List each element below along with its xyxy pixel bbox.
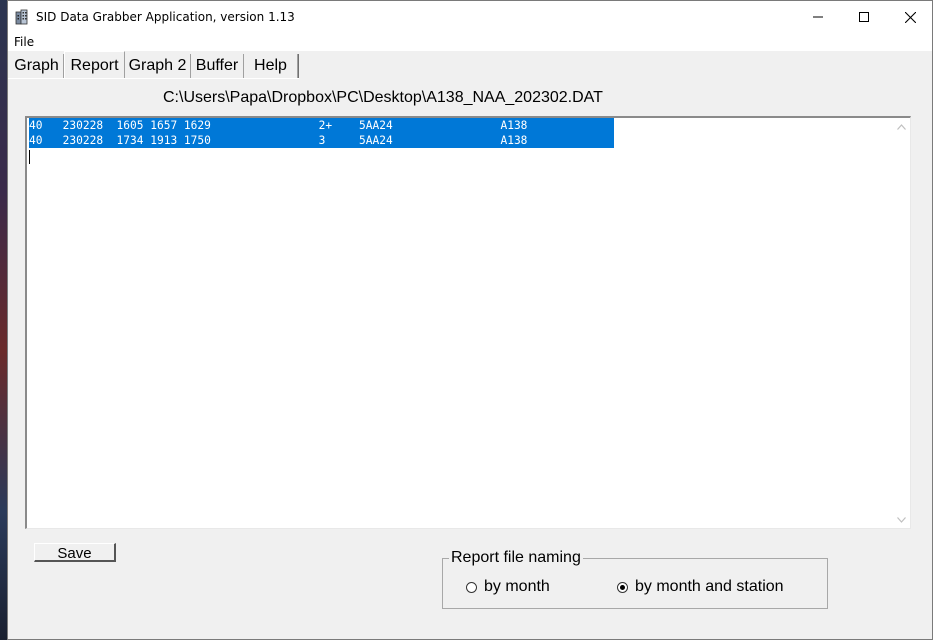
radio-by-month-and-station-label: by month and station: [635, 578, 784, 595]
report-naming-legend: Report file naming: [449, 549, 583, 566]
tab-report-label: Report: [70, 57, 119, 74]
radio-dot: [620, 584, 625, 590]
tab-graph-2[interactable]: Graph 2: [125, 54, 191, 78]
report-naming-group: Report file naming by month by month and…: [442, 550, 828, 609]
app-window: SID Data Grabber Application, version 1.…: [7, 0, 933, 640]
close-button[interactable]: [887, 1, 933, 33]
close-icon: [904, 11, 916, 23]
radio-by-month-and-station[interactable]: by month and station: [617, 578, 784, 596]
scroll-down-button[interactable]: [893, 511, 910, 528]
tab-strip: Graph Report Graph 2 Buffer Help: [8, 51, 932, 79]
menu-bar: File: [8, 33, 932, 51]
report-text-area[interactable]: 40 230228 1605 1657 1629 2+ 5AA24 A138 4…: [25, 116, 911, 529]
tab-buffer[interactable]: Buffer: [191, 54, 244, 78]
text-caret: [29, 150, 30, 164]
report-line: 40 230228 1605 1657 1629 2+ 5AA24 A138: [29, 118, 614, 133]
report-panel: C:\Users\Papa\Dropbox\PC\Desktop\A138_NA…: [8, 79, 932, 639]
maximize-icon: [859, 12, 869, 22]
minimize-icon: [813, 16, 823, 18]
scroll-up-button[interactable]: [893, 118, 910, 135]
chevron-up-icon: [897, 123, 906, 130]
window-title: SID Data Grabber Application, version 1.…: [36, 10, 295, 24]
radio-by-month[interactable]: by month: [466, 578, 550, 596]
report-line: 40 230228 1734 1913 1750 3 5AA24 A138: [29, 133, 614, 148]
tab-graph-2-label: Graph 2: [128, 57, 187, 74]
tab-strip-edge: [298, 54, 299, 78]
tab-help-label: Help: [254, 57, 287, 74]
radio-button-icon: [466, 581, 477, 593]
radio-by-month-label: by month: [484, 578, 550, 595]
tab-report[interactable]: Report: [64, 51, 125, 79]
report-file-path: C:\Users\Papa\Dropbox\PC\Desktop\A138_NA…: [163, 89, 603, 106]
app-building-icon: [15, 9, 28, 25]
vertical-scrollbar[interactable]: [893, 118, 910, 528]
menu-file[interactable]: File: [14, 35, 34, 49]
tab-help[interactable]: Help: [244, 54, 298, 78]
save-button[interactable]: Save: [34, 543, 116, 562]
title-bar[interactable]: SID Data Grabber Application, version 1.…: [8, 1, 932, 33]
maximize-button[interactable]: [841, 1, 887, 33]
tab-buffer-label: Buffer: [195, 57, 239, 74]
chevron-down-icon: [897, 516, 906, 523]
tab-graph[interactable]: Graph: [10, 54, 64, 78]
desktop-background: [0, 0, 7, 640]
tab-graph-label: Graph: [14, 57, 59, 74]
radio-button-selected-icon: [617, 581, 628, 593]
minimize-button[interactable]: [795, 1, 841, 33]
